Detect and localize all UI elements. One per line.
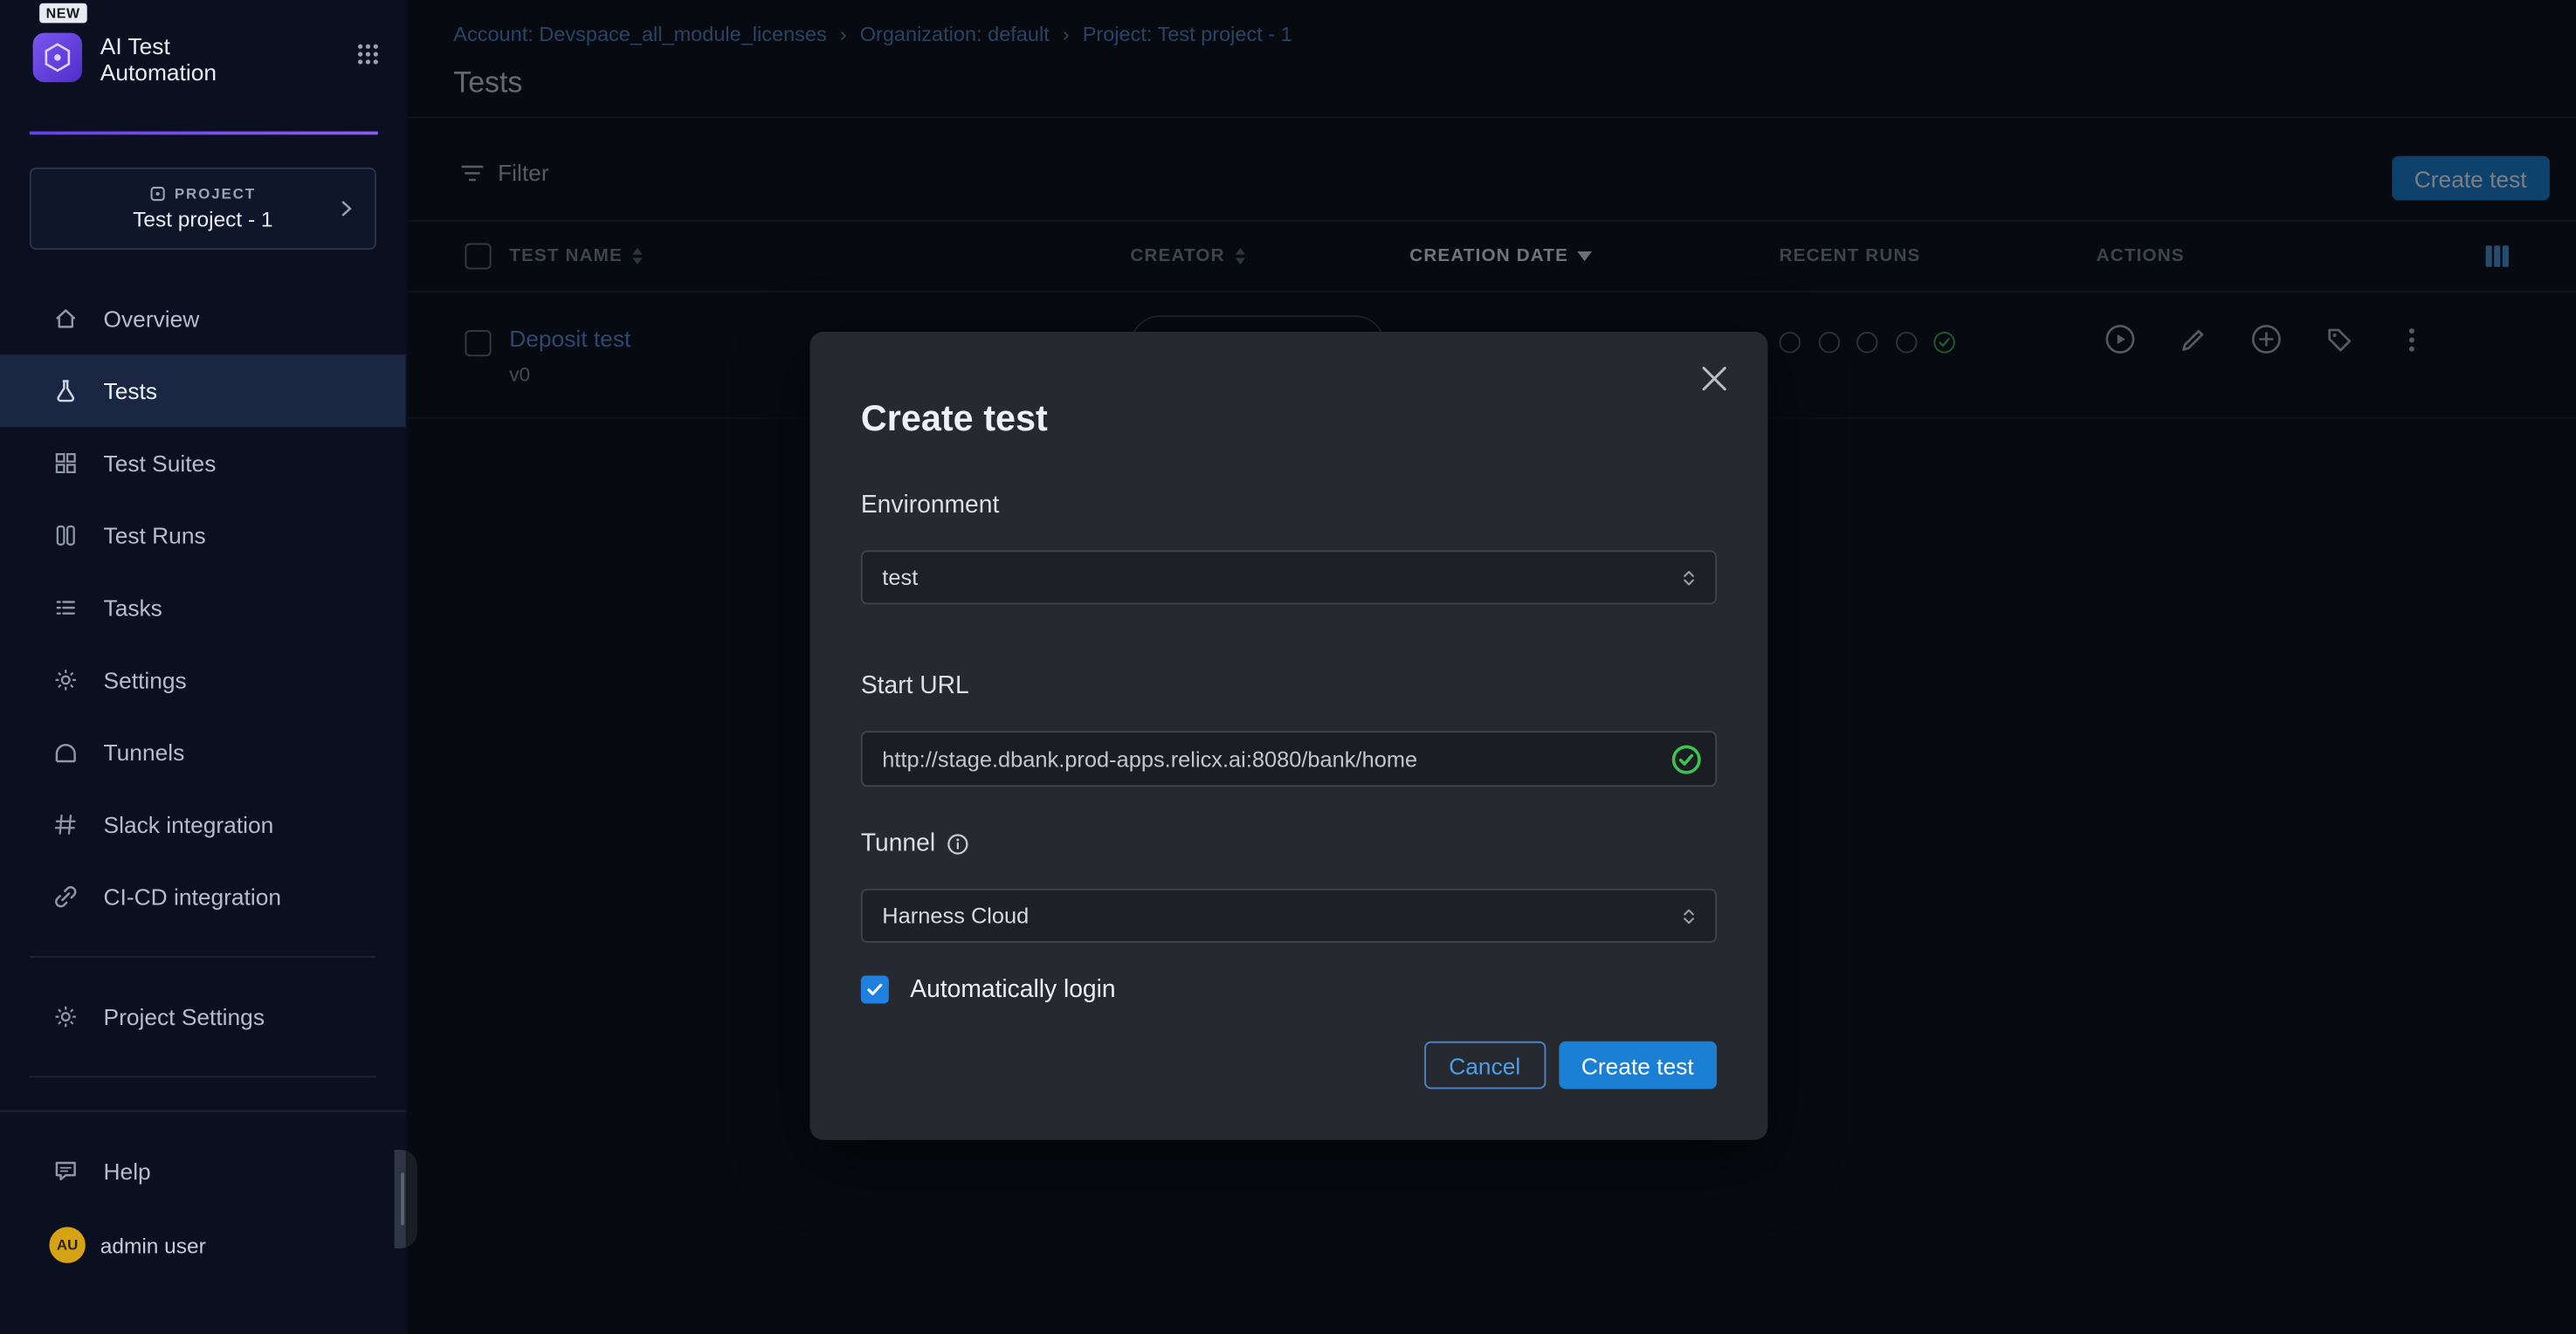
- gear-icon: [52, 666, 80, 694]
- environment-value: test: [882, 565, 918, 589]
- auto-login-label: Automatically login: [910, 976, 1115, 1004]
- new-badge: NEW: [39, 3, 86, 24]
- cancel-button[interactable]: Cancel: [1424, 1042, 1545, 1090]
- link-icon: [52, 883, 80, 911]
- sidebar-item-tasks[interactable]: Tasks: [0, 572, 406, 644]
- sidebar-item-help[interactable]: Help: [0, 1135, 406, 1207]
- project-label: PROJECT: [175, 186, 256, 203]
- project-label-row: PROJECT: [150, 186, 256, 203]
- app-root: NEW AI Test Automation PROJECT Test: [0, 0, 2576, 1334]
- sidebar-item-label: Help: [104, 1158, 151, 1184]
- flask-icon: [52, 377, 80, 405]
- sidebar-item-tunnels[interactable]: Tunnels: [0, 716, 406, 788]
- tunnel-label: Tunnel: [861, 829, 935, 857]
- project-icon: [150, 186, 167, 203]
- tunnel-value: Harness Cloud: [882, 904, 1029, 928]
- brand-row: AI Test Automation: [33, 33, 380, 86]
- app-title: AI Test Automation: [100, 33, 217, 86]
- start-url-label: Start URL: [861, 671, 969, 699]
- sidebar-item-label: Tasks: [104, 595, 162, 621]
- check-icon: [865, 980, 884, 999]
- sidebar-item-slack-integration[interactable]: Slack integration: [0, 788, 406, 861]
- project-selector[interactable]: PROJECT Test project - 1: [30, 168, 376, 250]
- sidebar-nav: Overview Tests Test Suites Test Runs Tas…: [0, 283, 406, 933]
- tunnel-label-row: Tunnel: [861, 829, 970, 857]
- sidebar-item-project-settings[interactable]: Project Settings: [0, 980, 406, 1053]
- gear-icon: [52, 1003, 80, 1031]
- start-url-field-wrap: [861, 731, 1717, 787]
- apps-grid-icon[interactable]: [356, 43, 379, 65]
- info-icon[interactable]: [947, 832, 969, 855]
- valid-check-icon: [1670, 744, 1702, 775]
- sidebar-item-label: Slack integration: [104, 811, 274, 837]
- environment-label: Environment: [861, 492, 999, 519]
- sidebar-item-overview[interactable]: Overview: [0, 283, 406, 355]
- runs-icon: [52, 521, 80, 549]
- sidebar-item-test-runs[interactable]: Test Runs: [0, 499, 406, 572]
- avatar: AU: [49, 1227, 85, 1262]
- tunnel-icon: [52, 739, 80, 767]
- tunnel-select[interactable]: Harness Cloud: [861, 889, 1717, 943]
- sidebar-item-label: Overview: [104, 306, 200, 332]
- sidebar-divider: [30, 1076, 376, 1077]
- tasks-icon: [52, 594, 80, 622]
- grid-icon: [52, 450, 80, 478]
- start-url-input[interactable]: [861, 731, 1717, 787]
- auto-login-row[interactable]: Automatically login: [861, 976, 1116, 1004]
- select-chevrons-icon: [1679, 903, 1699, 929]
- project-name: Test project - 1: [133, 207, 272, 231]
- app-logo-icon: [33, 33, 82, 82]
- sidebar-header: NEW AI Test Automation: [0, 0, 406, 134]
- sidebar-item-test-suites[interactable]: Test Suites: [0, 427, 406, 499]
- modal-footer: Cancel Create test: [1424, 1042, 1717, 1090]
- environment-select[interactable]: test: [861, 550, 1717, 604]
- modal-create-test-button[interactable]: Create test: [1559, 1042, 1718, 1090]
- user-menu[interactable]: AU admin user: [0, 1207, 406, 1263]
- auto-login-checkbox[interactable]: [861, 976, 889, 1004]
- sidebar-item-label: Project Settings: [104, 1004, 265, 1030]
- close-icon[interactable]: [1696, 360, 1733, 397]
- sidebar-item-tests[interactable]: Tests: [0, 354, 406, 427]
- sidebar-item-label: Tunnels: [104, 739, 185, 766]
- sidebar-divider: [30, 956, 376, 958]
- sidebar: NEW AI Test Automation PROJECT Test: [0, 0, 408, 1334]
- create-test-modal: Create test Environment test Start URL T…: [810, 332, 1768, 1140]
- sidebar-item-label: CI-CD integration: [104, 884, 281, 910]
- user-name: admin user: [100, 1233, 206, 1257]
- chevron-right-icon: [339, 199, 355, 219]
- chat-icon: [52, 1157, 80, 1185]
- brand-accent-line: [30, 132, 378, 135]
- slack-icon: [52, 810, 80, 838]
- select-chevrons-icon: [1679, 564, 1699, 590]
- sidebar-item-label: Tests: [104, 378, 157, 404]
- home-icon: [52, 305, 80, 333]
- sidebar-item-settings[interactable]: Settings: [0, 644, 406, 717]
- sidebar-item-label: Test Runs: [104, 522, 206, 548]
- sidebar-item-label: Test Suites: [104, 450, 217, 477]
- sidebar-item-label: Settings: [104, 667, 187, 693]
- sidebar-bottom: Help AU admin user: [0, 1111, 406, 1334]
- modal-title: Create test: [861, 397, 1048, 440]
- sidebar-item-cicd-integration[interactable]: CI-CD integration: [0, 861, 406, 933]
